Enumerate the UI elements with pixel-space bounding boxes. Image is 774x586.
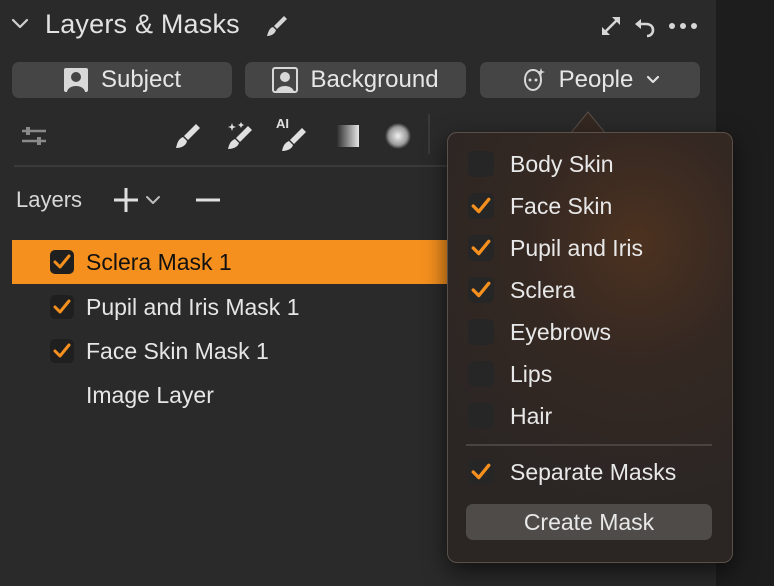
expand-icon[interactable]: [598, 13, 624, 39]
brush-icon[interactable]: [264, 13, 290, 39]
people-label: People: [558, 66, 634, 93]
ai-brush-icon: [282, 128, 306, 151]
people-option-body-skin[interactable]: Body Skin: [468, 149, 614, 179]
option-checkbox[interactable]: [468, 361, 494, 387]
check-icon: [471, 463, 491, 480]
layer-visibility-checkbox[interactable]: [50, 339, 74, 363]
people-option-sclera[interactable]: Sclera: [468, 275, 575, 305]
option-label: Hair: [510, 402, 553, 429]
people-option-hair[interactable]: Hair: [468, 401, 552, 431]
panel-title: Layers & Masks: [45, 9, 240, 39]
option-label: Body Skin: [510, 150, 614, 177]
option-checkbox[interactable]: [468, 193, 494, 219]
collapse-chevron-icon[interactable]: [10, 13, 30, 33]
background-mask-button[interactable]: Background: [245, 62, 466, 98]
linear-gradient-icon[interactable]: [332, 120, 364, 152]
option-checkbox[interactable]: [468, 403, 494, 429]
background-label: Background: [310, 66, 439, 93]
more-options-icon[interactable]: [668, 13, 698, 39]
option-label: Sclera: [510, 276, 576, 303]
remove-layer-icon[interactable]: [194, 184, 222, 216]
chevron-down-icon: [647, 75, 660, 84]
popup-pointer: [570, 111, 606, 134]
people-option-lips[interactable]: Lips: [468, 359, 552, 389]
layer-name: Face Skin Mask 1: [86, 337, 269, 364]
option-label: Eyebrows: [510, 318, 611, 345]
check-icon: [53, 254, 71, 269]
option-label: Lips: [510, 360, 553, 387]
ai-brush-tool[interactable]: AI: [274, 116, 314, 156]
create-mask-button[interactable]: Create Mask: [466, 504, 712, 540]
option-label: Pupil and Iris: [510, 234, 643, 261]
option-checkbox[interactable]: [468, 277, 494, 303]
people-face-icon: [523, 68, 545, 92]
option-checkbox[interactable]: [468, 151, 494, 177]
check-icon: [53, 343, 71, 358]
toolbar-divider: [428, 114, 430, 154]
layer-visibility-checkbox[interactable]: [50, 295, 74, 319]
add-layer-icon[interactable]: [112, 184, 164, 216]
layer-visibility-checkbox[interactable]: [50, 250, 74, 274]
magic-brush-icon[interactable]: [224, 120, 256, 152]
subject-mask-button[interactable]: Subject: [12, 62, 232, 98]
people-option-face-skin[interactable]: Face Skin: [468, 191, 612, 221]
people-mask-popup: Body Skin Face Skin Pupil and Iris Scler…: [447, 132, 733, 563]
option-checkbox[interactable]: [468, 319, 494, 345]
check-icon: [471, 281, 491, 298]
subject-label: Subject: [100, 66, 182, 93]
brush-tool-icon[interactable]: [172, 120, 204, 152]
check-icon: [471, 197, 491, 214]
reset-icon[interactable]: [632, 13, 658, 39]
popup-divider: [466, 444, 712, 446]
panel-header: Layers & Masks: [0, 0, 716, 50]
adjustments-sliders-icon[interactable]: [18, 120, 50, 152]
option-label: Separate Masks: [510, 458, 677, 485]
layer-name: Image Layer: [86, 381, 214, 408]
check-icon: [471, 239, 491, 256]
option-checkbox[interactable]: [468, 459, 494, 485]
people-option-eyebrows[interactable]: Eyebrows: [468, 317, 611, 347]
people-mask-button[interactable]: People: [480, 62, 700, 98]
separate-masks-option[interactable]: Separate Masks: [468, 457, 676, 487]
people-option-pupil-iris[interactable]: Pupil and Iris: [468, 233, 643, 263]
radial-gradient-icon[interactable]: [382, 120, 414, 152]
background-icon: [272, 67, 299, 93]
layers-label: Layers: [16, 187, 83, 212]
layer-name: Pupil and Iris Mask 1: [86, 293, 300, 320]
option-checkbox[interactable]: [468, 235, 494, 261]
option-label: Face Skin: [510, 192, 613, 219]
layer-name: Sclera Mask 1: [86, 248, 232, 275]
check-icon: [53, 299, 71, 314]
subject-icon: [63, 68, 88, 92]
